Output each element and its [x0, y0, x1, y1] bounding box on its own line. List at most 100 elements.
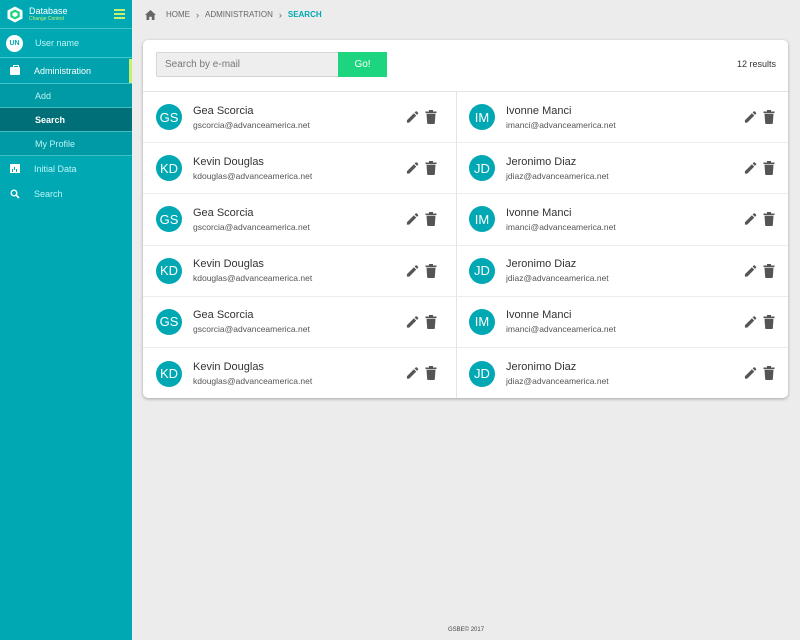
sidebar-item-label: Search	[34, 188, 63, 199]
avatar: GS	[156, 206, 182, 233]
user-card: JD Jeronimo Diaz jdiaz@advanceamerica.net	[457, 246, 788, 297]
trash-icon[interactable]	[763, 212, 776, 227]
user-email: gscorcia@advanceamerica.net	[193, 324, 310, 335]
user-name: Ivonne Manci	[506, 309, 572, 322]
user-email: jdiaz@advanceamerica.net	[506, 273, 609, 284]
trash-icon[interactable]	[425, 314, 438, 329]
user-avatar: UN	[6, 34, 23, 52]
user-email: gscorcia@advanceamerica.net	[193, 119, 310, 130]
user-email: kdouglas@advanceamerica.net	[193, 376, 313, 387]
user-name: User name	[35, 38, 80, 48]
go-button[interactable]: Go!	[338, 52, 387, 77]
user-email: jdiaz@advanceamerica.net	[506, 170, 609, 181]
pencil-icon[interactable]	[744, 110, 757, 124]
trash-icon[interactable]	[425, 365, 438, 380]
user-card: GS Gea Scorcia gscorcia@advanceamerica.net	[143, 92, 457, 144]
user-email: kdouglas@advanceamerica.net	[193, 273, 313, 284]
pencil-icon[interactable]	[744, 212, 757, 226]
footer-copyright: GSBE© 2017	[447, 627, 485, 633]
user-card: GS Gea Scorcia gscorcia@advanceamerica.net	[143, 296, 457, 348]
breadcrumb: HOME › ADMINISTRATION › SEARCH	[132, 0, 800, 29]
sidebar-item-label: Administration	[34, 66, 92, 76]
pencil-icon[interactable]	[406, 212, 419, 226]
avatar: KD	[156, 257, 182, 284]
brand-subtitle: Change Control	[29, 15, 65, 22]
user-name: Ivonne Manci	[506, 206, 572, 219]
sidebar-item-initial-data[interactable]: Initial Data	[0, 156, 132, 181]
user-card: JD Jeronimo Diaz jdiaz@advanceamerica.net	[457, 348, 788, 398]
briefcase-icon	[10, 65, 20, 75]
user-card: KD Kevin Douglas kdouglas@advanceamerica.n…	[143, 245, 457, 297]
avatar: IM	[469, 104, 495, 131]
user-card: KD Kevin Douglas kdouglas@advanceamerica.n…	[143, 347, 457, 398]
administration-submenu: Add Search My Profile	[0, 84, 132, 156]
sidebar-item-label: Initial Data	[34, 163, 77, 174]
search-bar: Go! 12 results	[143, 40, 788, 91]
user-name: Kevin Douglas	[193, 361, 264, 374]
trash-icon[interactable]	[763, 161, 776, 176]
pencil-icon[interactable]	[744, 366, 757, 380]
pencil-icon[interactable]	[406, 110, 419, 124]
sidebar-item-administration[interactable]: Administration	[0, 59, 132, 84]
user-email: imanci@advanceamerica.net	[506, 221, 616, 232]
avatar: JD	[469, 155, 495, 182]
chart-icon	[10, 164, 20, 173]
user-card: GS Gea Scorcia gscorcia@advanceamerica.net	[143, 194, 457, 246]
avatar: JD	[469, 360, 495, 387]
brand-title: Database	[29, 5, 68, 16]
trash-icon[interactable]	[425, 212, 438, 227]
user-card: JD Jeronimo Diaz jdiaz@advanceamerica.net	[457, 143, 788, 195]
trash-icon[interactable]	[425, 110, 438, 124]
results-card: Go! 12 results GS Gea Scorcia gscorcia@adv…	[143, 40, 788, 398]
home-icon[interactable]	[145, 9, 156, 20]
search-icon	[10, 189, 20, 199]
user-name: Kevin Douglas	[193, 258, 264, 271]
user-name: Ivonne Manci	[506, 104, 572, 117]
pencil-icon[interactable]	[744, 315, 757, 329]
brand: Database Change Control	[0, 0, 132, 29]
sidebar: Database Change Control UN User name Adm…	[0, 0, 132, 640]
user-email: gscorcia@advanceamerica.net	[193, 221, 310, 232]
user-name: Jeronimo Diaz	[506, 258, 577, 271]
search-input[interactable]	[156, 52, 338, 77]
avatar: KD	[156, 155, 182, 182]
submenu-item-add[interactable]: Add	[0, 84, 132, 108]
pencil-icon[interactable]	[406, 161, 419, 175]
pencil-icon[interactable]	[406, 366, 419, 380]
avatar: JD	[469, 257, 495, 284]
pencil-icon[interactable]	[406, 264, 419, 278]
pencil-icon[interactable]	[406, 315, 419, 329]
user-email: kdouglas@advanceamerica.net	[193, 170, 313, 181]
user-email: imanci@advanceamerica.net	[506, 119, 616, 130]
pencil-icon[interactable]	[744, 264, 757, 278]
user-card: IM Ivonne Manci imanci@advanceamerica.net	[457, 297, 788, 348]
user-card: KD Kevin Douglas kdouglas@advanceamerica.n…	[143, 143, 457, 195]
user-card: IM Ivonne Manci imanci@advanceamerica.net	[457, 92, 788, 144]
trash-icon[interactable]	[763, 263, 776, 278]
pencil-icon[interactable]	[744, 161, 757, 175]
user-grid: GS Gea Scorcia gscorcia@advanceamerica.net…	[143, 91, 788, 398]
user-profile[interactable]: UN User name	[0, 29, 132, 58]
sidebar-item-search[interactable]: Search	[0, 181, 132, 206]
chevron-right-icon: ›	[278, 9, 282, 20]
results-count: 12 results	[736, 59, 776, 69]
trash-icon[interactable]	[425, 161, 438, 176]
avatar: IM	[469, 206, 495, 233]
user-name: Kevin Douglas	[193, 155, 264, 168]
avatar: GS	[156, 104, 182, 131]
trash-icon[interactable]	[425, 263, 438, 278]
breadcrumb-administration[interactable]: ADMINISTRATION	[205, 10, 273, 19]
hamburger-icon[interactable]	[114, 9, 125, 19]
breadcrumb-home[interactable]: HOME	[166, 10, 190, 19]
user-name: Jeronimo Diaz	[506, 155, 577, 168]
trash-icon[interactable]	[763, 365, 776, 380]
trash-icon[interactable]	[763, 314, 776, 329]
hexagon-logo-icon	[7, 6, 23, 22]
submenu-item-my-profile[interactable]: My Profile	[0, 132, 132, 156]
trash-icon[interactable]	[763, 110, 776, 124]
submenu-item-search[interactable]: Search	[0, 108, 132, 132]
user-card: IM Ivonne Manci imanci@advanceamerica.net	[457, 194, 788, 246]
user-name: Gea Scorcia	[193, 104, 254, 117]
chevron-right-icon: ›	[196, 9, 199, 20]
user-email: imanci@advanceamerica.net	[506, 324, 616, 335]
